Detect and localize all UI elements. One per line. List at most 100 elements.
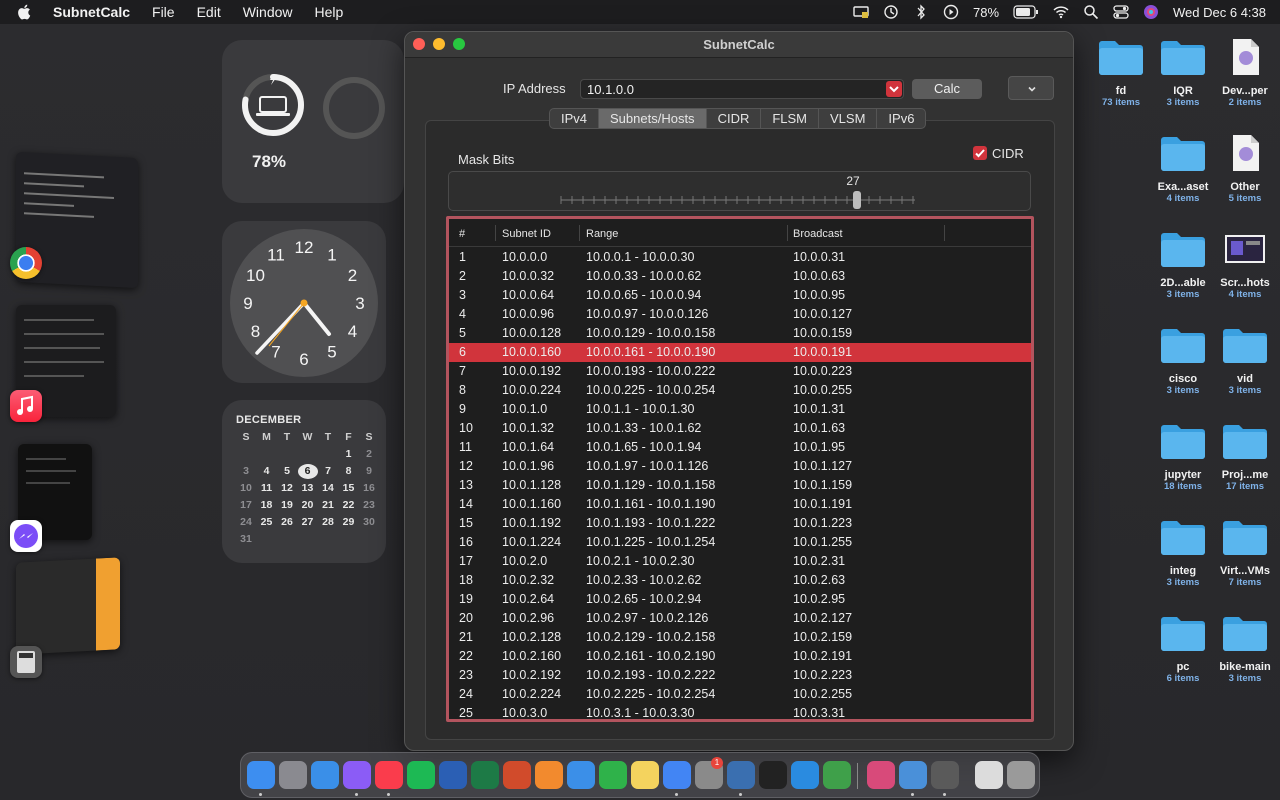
ip-address-input[interactable] bbox=[580, 79, 904, 99]
control-center-icon[interactable] bbox=[1113, 4, 1129, 20]
documents-icon[interactable] bbox=[975, 761, 1003, 789]
table-row[interactable]: 2 10.0.0.32 10.0.0.33 - 10.0.0.62 10.0.0.63 bbox=[449, 267, 1031, 286]
play-icon[interactable] bbox=[943, 4, 959, 20]
launchpad-icon[interactable] bbox=[279, 761, 307, 789]
tab-vlsm[interactable]: VLSM bbox=[819, 109, 878, 128]
vscode-icon[interactable] bbox=[791, 761, 819, 789]
table-row[interactable]: 8 10.0.0.224 10.0.0.225 - 10.0.0.254 10.0.0… bbox=[449, 381, 1031, 400]
music-icon[interactable] bbox=[10, 390, 42, 422]
tab-flsm[interactable]: FLSM bbox=[761, 109, 820, 128]
desktop-item[interactable]: Virt...VMs 7 items bbox=[1205, 518, 1280, 588]
table-row[interactable]: 24 10.0.2.224 10.0.2.225 - 10.0.2.254 10.0.… bbox=[449, 685, 1031, 704]
calc-button[interactable]: Calc bbox=[912, 79, 982, 99]
chrome-icon[interactable] bbox=[10, 247, 42, 279]
mask-bits-slider-thumb[interactable] bbox=[853, 191, 861, 209]
table-row[interactable]: 4 10.0.0.96 10.0.0.97 - 10.0.0.126 10.0.0.1… bbox=[449, 305, 1031, 324]
desktop-item[interactable]: vid 3 items bbox=[1205, 326, 1280, 396]
menu-window[interactable]: Window bbox=[232, 4, 304, 20]
table-row[interactable]: 21 10.0.2.128 10.0.2.129 - 10.0.2.158 10.0.… bbox=[449, 628, 1031, 647]
table-row[interactable]: 16 10.0.1.224 10.0.1.225 - 10.0.1.254 10.0.… bbox=[449, 533, 1031, 552]
apple-menu-icon[interactable] bbox=[16, 3, 34, 21]
messenger-icon[interactable] bbox=[10, 520, 42, 552]
checkmark-icon bbox=[975, 149, 985, 158]
table-row[interactable]: 14 10.0.1.160 10.0.1.161 - 10.0.1.190 10.0.… bbox=[449, 495, 1031, 514]
table-row[interactable]: 19 10.0.2.64 10.0.2.65 - 10.0.2.94 10.0.2.9… bbox=[449, 590, 1031, 609]
app-name-menu[interactable]: SubnetCalc bbox=[42, 4, 141, 20]
display-icon[interactable] bbox=[853, 4, 869, 20]
bluetooth-icon[interactable] bbox=[913, 4, 929, 20]
menu-help[interactable]: Help bbox=[304, 4, 355, 20]
cidr-checkbox[interactable] bbox=[973, 146, 987, 160]
table-row[interactable]: 10 10.0.1.32 10.0.1.33 - 10.0.1.62 10.0.1.6… bbox=[449, 419, 1031, 438]
tab-cidr[interactable]: CIDR bbox=[707, 109, 762, 128]
table-row[interactable]: 9 10.0.1.0 10.0.1.1 - 10.0.1.30 10.0.1.31 bbox=[449, 400, 1031, 419]
column-header-subnet-id[interactable]: Subnet ID bbox=[502, 228, 551, 240]
excel-icon[interactable] bbox=[471, 761, 499, 789]
battery-icon[interactable] bbox=[1013, 5, 1039, 19]
calendar-grid: SMTWTFS 12 3456789 10 11 12 13 14 15 16 17 18 19… bbox=[240, 431, 375, 545]
table-row[interactable]: 5 10.0.0.128 10.0.0.129 - 10.0.0.158 10.0.0… bbox=[449, 324, 1031, 343]
column-header-number[interactable]: # bbox=[459, 228, 465, 240]
slider-track[interactable] bbox=[559, 192, 919, 208]
desktop-item[interactable]: Dev...per 2 items bbox=[1205, 38, 1280, 108]
table-row[interactable]: 25 10.0.3.0 10.0.3.1 - 10.0.3.30 10.0.3.31 bbox=[449, 704, 1031, 720]
cell-broadcast: 10.0.3.31 bbox=[793, 706, 846, 720]
cell-range: 10.0.1.161 - 10.0.1.190 bbox=[586, 497, 716, 511]
virtualbox-icon[interactable] bbox=[727, 761, 755, 789]
table-row[interactable]: 17 10.0.2.0 10.0.2.1 - 10.0.2.30 10.0.2.31 bbox=[449, 552, 1031, 571]
cell-number: 4 bbox=[459, 307, 466, 321]
notes-icon[interactable] bbox=[631, 761, 659, 789]
time-machine-icon[interactable] bbox=[883, 4, 899, 20]
spotlight-search-icon[interactable] bbox=[1083, 4, 1099, 20]
desktop-item[interactable]: bike-main 3 items bbox=[1205, 614, 1280, 684]
tab-subnets-hosts[interactable]: Subnets/Hosts bbox=[599, 109, 707, 128]
ip-history-dropdown[interactable] bbox=[886, 81, 902, 97]
trash-icon[interactable] bbox=[1007, 761, 1035, 789]
stage-window-calculator[interactable] bbox=[16, 557, 120, 655]
column-header-broadcast[interactable]: Broadcast bbox=[793, 228, 843, 240]
tab-ipv4[interactable]: IPv4 bbox=[550, 109, 600, 128]
table-row[interactable]: 18 10.0.2.32 10.0.2.33 - 10.0.2.62 10.0.2.6… bbox=[449, 571, 1031, 590]
calculator-icon[interactable] bbox=[10, 646, 42, 678]
column-header-range[interactable]: Range bbox=[586, 228, 618, 240]
table-row[interactable]: 6 10.0.0.160 10.0.0.161 - 10.0.0.190 10.0.0… bbox=[449, 343, 1031, 362]
menu-file[interactable]: File bbox=[141, 4, 186, 20]
chrome-icon[interactable] bbox=[663, 761, 691, 789]
powerpoint-icon[interactable] bbox=[503, 761, 531, 789]
capcut-icon[interactable] bbox=[759, 761, 787, 789]
messenger-icon[interactable] bbox=[343, 761, 371, 789]
word-icon[interactable] bbox=[439, 761, 467, 789]
options-dropdown-button[interactable] bbox=[1008, 76, 1054, 100]
sublime-icon[interactable] bbox=[535, 761, 563, 789]
numbers-icon[interactable] bbox=[599, 761, 627, 789]
spotify-icon[interactable] bbox=[407, 761, 435, 789]
desktop-item[interactable]: Other 5 items bbox=[1205, 134, 1280, 204]
table-row[interactable]: 11 10.0.1.64 10.0.1.65 - 10.0.1.94 10.0.1.9… bbox=[449, 438, 1031, 457]
folder-icon bbox=[1223, 329, 1267, 363]
table-row[interactable]: 12 10.0.1.96 10.0.1.97 - 10.0.1.126 10.0.1.… bbox=[449, 457, 1031, 476]
menu-edit[interactable]: Edit bbox=[186, 4, 232, 20]
music-icon[interactable] bbox=[375, 761, 403, 789]
maps-icon[interactable] bbox=[823, 761, 851, 789]
preview-icon[interactable] bbox=[867, 761, 895, 789]
table-row[interactable]: 15 10.0.1.192 10.0.1.193 - 10.0.1.222 10.0.… bbox=[449, 514, 1031, 533]
desktop-item[interactable]: Proj...me 17 items bbox=[1205, 422, 1280, 492]
wifi-icon[interactable] bbox=[1053, 4, 1069, 20]
calculator-icon[interactable] bbox=[931, 761, 959, 789]
tab-ipv6[interactable]: IPv6 bbox=[877, 109, 925, 128]
ipv-icon[interactable] bbox=[899, 761, 927, 789]
table-row[interactable]: 7 10.0.0.192 10.0.0.193 - 10.0.0.222 10.0.0… bbox=[449, 362, 1031, 381]
table-row[interactable]: 22 10.0.2.160 10.0.2.161 - 10.0.2.190 10.0.… bbox=[449, 647, 1031, 666]
table-row[interactable]: 23 10.0.2.192 10.0.2.193 - 10.0.2.222 10.0.… bbox=[449, 666, 1031, 685]
finder-icon[interactable] bbox=[247, 761, 275, 789]
siri-icon[interactable] bbox=[1143, 4, 1159, 20]
window-titlebar[interactable]: SubnetCalc bbox=[405, 32, 1073, 58]
menu-clock[interactable]: Wed Dec 6 4:38 bbox=[1173, 5, 1266, 20]
table-row[interactable]: 1 10.0.0.0 10.0.0.1 - 10.0.0.30 10.0.0.31 bbox=[449, 248, 1031, 267]
table-row[interactable]: 3 10.0.0.64 10.0.0.65 - 10.0.0.94 10.0.0.95 bbox=[449, 286, 1031, 305]
safari-icon[interactable] bbox=[311, 761, 339, 789]
table-row[interactable]: 13 10.0.1.128 10.0.1.129 - 10.0.1.158 10.0.… bbox=[449, 476, 1031, 495]
desktop-item[interactable]: Scr...hots 4 items bbox=[1205, 230, 1280, 300]
table-row[interactable]: 20 10.0.2.96 10.0.2.97 - 10.0.2.126 10.0.2.… bbox=[449, 609, 1031, 628]
keynote-icon[interactable] bbox=[567, 761, 595, 789]
